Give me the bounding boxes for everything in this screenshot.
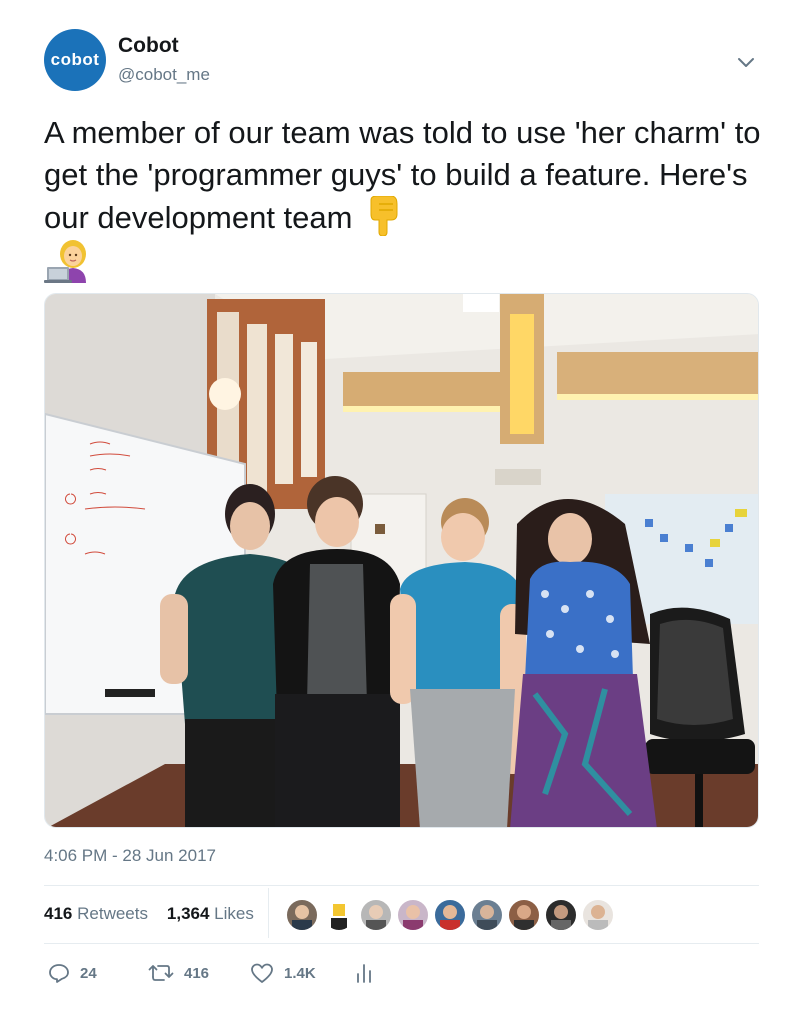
liker-avatar[interactable] — [397, 899, 429, 931]
reply-button[interactable]: 24 — [48, 958, 97, 988]
liker-avatar[interactable] — [360, 899, 392, 931]
retweets-stat[interactable]: 416 Retweets — [44, 904, 148, 923]
stats-separator — [268, 888, 269, 938]
tweet-photo[interactable] — [44, 293, 759, 828]
liker-avatar[interactable] — [545, 899, 577, 931]
engagement-stats: 416 Retweets 1,364 Likes — [44, 904, 254, 924]
divider-bottom — [44, 943, 759, 944]
tweet-text: A member of our team was told to use 'he… — [44, 112, 764, 239]
retweet-icon — [148, 965, 174, 981]
liker-avatar[interactable] — [286, 899, 318, 931]
retweet-button[interactable]: 416 — [148, 958, 209, 988]
reply-icon — [49, 964, 69, 983]
liker-avatar[interactable] — [323, 899, 355, 931]
analytics-icon — [357, 964, 371, 983]
account-handle[interactable]: @cobot_me — [118, 65, 210, 85]
likes-count: 1,364 — [166, 904, 210, 923]
likes-label: Likes — [214, 904, 254, 923]
retweets-count: 416 — [44, 904, 73, 923]
tweet-body: A member of our team was told to use 'he… — [44, 115, 761, 235]
chevron-down-icon[interactable] — [735, 51, 757, 73]
retweet-count: 416 — [184, 964, 210, 982]
liker-avatar[interactable] — [508, 899, 540, 931]
action-bar: 24 416 1.4K — [44, 958, 444, 988]
retweets-label: Retweets — [77, 904, 148, 923]
analytics-button[interactable] — [356, 958, 372, 988]
liker-avatar[interactable] — [471, 899, 503, 931]
divider-top — [44, 885, 759, 886]
woman-technologist-emoji-icon — [44, 240, 86, 283]
liker-avatar[interactable] — [582, 899, 614, 931]
profile-avatar[interactable]: cobot — [44, 29, 106, 91]
account-name[interactable]: Cobot — [118, 34, 179, 58]
like-button[interactable]: 1.4K — [250, 958, 316, 988]
tweet-timestamp[interactable]: 4:06 PM - 28 Jun 2017 — [44, 846, 216, 866]
avatar-logo-text: cobot — [50, 50, 100, 69]
heart-icon — [251, 963, 273, 983]
pointing-down-emoji-icon — [370, 195, 398, 237]
reply-count: 24 — [80, 964, 97, 982]
like-count: 1.4K — [284, 964, 316, 982]
liker-avatar[interactable] — [434, 899, 466, 931]
team-photo-image — [45, 294, 758, 827]
likes-stat[interactable]: 1,364 Likes — [167, 904, 254, 923]
